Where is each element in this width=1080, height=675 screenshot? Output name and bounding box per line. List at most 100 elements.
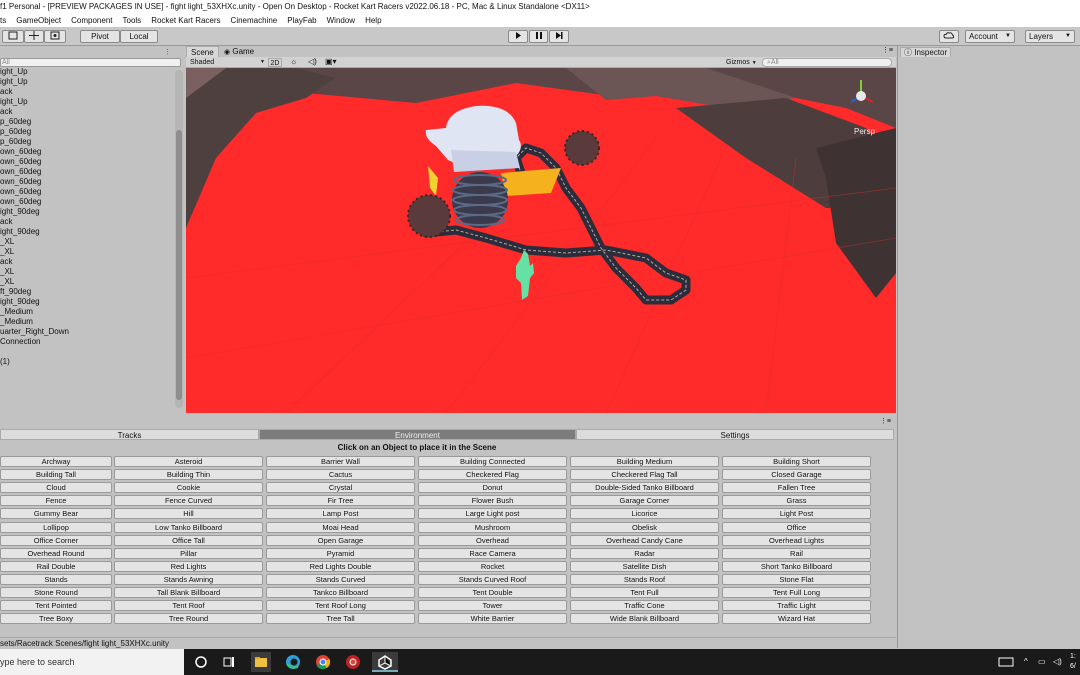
place-object-button[interactable]: Short Tanko Billboard <box>722 560 871 572</box>
step-button[interactable] <box>549 30 569 43</box>
place-object-button[interactable]: Tree Tall <box>266 613 415 625</box>
place-object-button[interactable]: Stands Curved Roof <box>418 573 567 585</box>
place-object-button[interactable]: Tankco Billboard <box>266 587 415 598</box>
keyboard-icon[interactable] <box>998 654 1014 670</box>
place-object-button[interactable]: Fir Tree <box>266 495 415 507</box>
place-object-button[interactable]: Open Garage <box>266 534 415 546</box>
place-object-button[interactable]: Office Tall <box>114 534 263 546</box>
effects-icon[interactable]: ▣▾ <box>325 57 337 66</box>
unity-icon[interactable] <box>372 652 398 672</box>
hierarchy-item[interactable]: p_60deg <box>0 117 170 127</box>
hierarchy-item[interactable]: ight_90deg <box>0 227 170 237</box>
lighting-icon[interactable]: ☼ <box>290 57 297 66</box>
place-object-button[interactable]: Moai Head <box>266 521 415 533</box>
hierarchy-item[interactable]: _XL <box>0 277 170 287</box>
place-object-button[interactable]: Red Lights Double <box>266 560 415 572</box>
hierarchy-item[interactable]: own_60deg <box>0 147 170 157</box>
tab-tracks[interactable]: Tracks <box>0 429 259 440</box>
place-object-button[interactable]: Hill <box>114 508 263 520</box>
menu-gameobject[interactable]: GameObject <box>11 14 66 27</box>
place-object-button[interactable]: Office Corner <box>0 534 112 546</box>
place-object-button[interactable]: Stands <box>0 573 112 585</box>
place-object-button[interactable]: Tent Full <box>570 587 719 598</box>
place-object-button[interactable]: Pyramid <box>266 547 415 559</box>
hierarchy-item[interactable]: own_60deg <box>0 157 170 167</box>
place-object-button[interactable]: Tent Pointed <box>0 600 112 612</box>
menu-cinemachine[interactable]: Cinemachine <box>226 14 283 27</box>
place-object-button[interactable]: Asteroid <box>114 456 263 467</box>
place-object-button[interactable]: Traffic Light <box>722 600 871 612</box>
hierarchy-item[interactable]: own_60deg <box>0 167 170 177</box>
menu-component[interactable]: Component <box>66 14 117 27</box>
place-object-button[interactable]: Lollipop <box>0 521 112 533</box>
hierarchy-item[interactable]: ight_90deg <box>0 297 170 307</box>
place-object-button[interactable]: Checkered Flag <box>418 469 567 481</box>
tab-scene[interactable]: Scene <box>186 46 219 57</box>
menu-assets[interactable]: ts <box>0 14 11 27</box>
place-object-button[interactable]: Grass <box>722 495 871 507</box>
tab-inspector[interactable]: ⓘ Inspector <box>900 47 952 57</box>
place-object-button[interactable]: Building Connected <box>418 456 567 467</box>
pivot-button[interactable]: Pivot <box>80 30 120 43</box>
hierarchy-item[interactable]: own_60deg <box>0 177 170 187</box>
network-icon[interactable]: ▭ <box>1038 649 1046 675</box>
hierarchy-scrollbar[interactable] <box>175 70 183 408</box>
place-object-button[interactable]: Tree Round <box>114 613 263 625</box>
volume-icon[interactable]: ◁) <box>1053 649 1062 675</box>
transform-tool-icon[interactable] <box>44 30 66 43</box>
move-tool-icon[interactable] <box>24 30 44 43</box>
place-object-button[interactable]: Tent Roof <box>114 600 263 612</box>
place-object-button[interactable]: Archway <box>0 456 112 467</box>
place-object-button[interactable]: Tree Boxy <box>0 613 112 625</box>
hierarchy-item[interactable]: ight_90deg <box>0 207 170 217</box>
place-object-button[interactable]: Pillar <box>114 547 263 559</box>
rect-tool-icon[interactable] <box>2 30 24 43</box>
hierarchy-item[interactable] <box>0 347 170 357</box>
place-object-button[interactable]: Light Post <box>722 508 871 520</box>
audio-icon[interactable]: ◁) <box>308 57 317 66</box>
hierarchy-item[interactable]: ack <box>0 257 170 267</box>
place-object-button[interactable]: Tall Blank Billboard <box>114 587 263 598</box>
place-object-button[interactable]: Fence <box>0 495 112 507</box>
hierarchy-item[interactable]: own_60deg <box>0 197 170 207</box>
place-object-button[interactable]: Tent Double <box>418 587 567 598</box>
place-object-button[interactable]: Wide Blank Billboard <box>570 613 719 625</box>
hierarchy-item[interactable]: ack <box>0 217 170 227</box>
place-object-button[interactable]: Mushroom <box>418 521 567 533</box>
hierarchy-item[interactable]: (1) <box>0 357 170 367</box>
hierarchy-item[interactable]: ack <box>0 107 170 117</box>
hierarchy-item[interactable]: uarter_Right_Down <box>0 327 170 337</box>
place-object-button[interactable]: Building Short <box>722 456 871 467</box>
cortana-icon[interactable] <box>191 652 211 672</box>
menu-help[interactable]: Help <box>360 14 386 27</box>
place-object-button[interactable]: Stands Curved <box>266 573 415 585</box>
hierarchy-item[interactable]: _Medium <box>0 307 170 317</box>
local-button[interactable]: Local <box>120 30 158 43</box>
hierarchy-item[interactable]: p_60deg <box>0 137 170 147</box>
place-object-button[interactable]: Low Tanko Billboard <box>114 521 263 533</box>
clock[interactable]: 1: 6/ <box>1070 652 1080 672</box>
place-object-button[interactable]: Checkered Flag Tall <box>570 469 719 481</box>
place-object-button[interactable]: Overhead Lights <box>722 534 871 546</box>
edge-icon[interactable] <box>283 652 303 672</box>
place-object-button[interactable]: Gummy Bear <box>0 508 112 520</box>
layers-dropdown[interactable]: Layers ▼ <box>1025 30 1075 43</box>
place-object-button[interactable]: Fallen Tree <box>722 482 871 494</box>
place-object-button[interactable]: Red Lights <box>114 560 263 572</box>
place-object-button[interactable]: Building Medium <box>570 456 719 467</box>
account-dropdown[interactable]: Account ▼ <box>965 30 1015 43</box>
hierarchy-item[interactable]: _Medium <box>0 317 170 327</box>
place-object-button[interactable]: Stands Awning <box>114 573 263 585</box>
chrome-icon[interactable] <box>313 652 333 672</box>
place-object-button[interactable]: Licorice <box>570 508 719 520</box>
place-object-button[interactable]: Garage Corner <box>570 495 719 507</box>
place-object-button[interactable]: Overhead Round <box>0 547 112 559</box>
gizmos-dropdown[interactable]: Gizmos ▼ <box>726 58 758 67</box>
place-object-button[interactable]: Building Tall <box>0 469 112 481</box>
place-object-button[interactable]: Tent Full Long <box>722 587 871 598</box>
hierarchy-item[interactable]: _XL <box>0 247 170 257</box>
tray-chevron-icon[interactable]: ^ <box>1024 649 1028 675</box>
hierarchy-item[interactable]: _XL <box>0 237 170 247</box>
hierarchy-item[interactable]: Connection <box>0 337 170 347</box>
place-object-button[interactable]: Radar <box>570 547 719 559</box>
